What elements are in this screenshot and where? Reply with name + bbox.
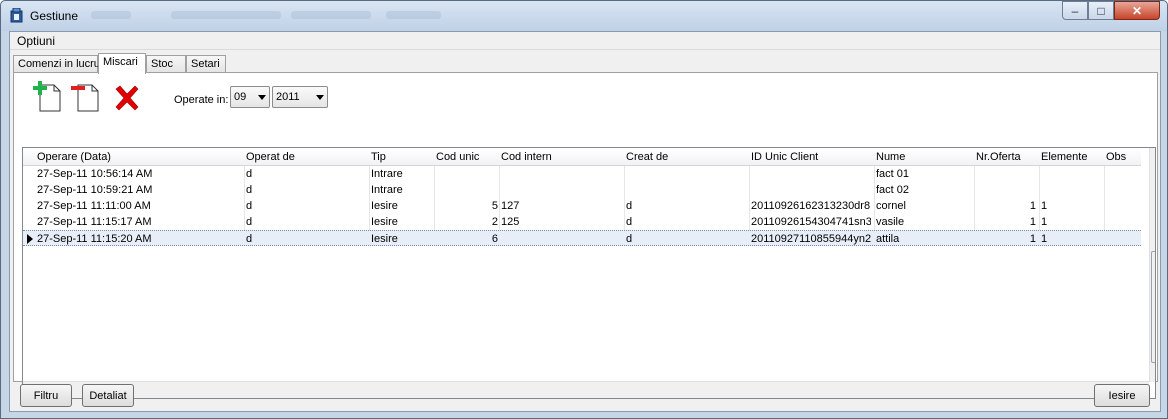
table-row[interactable]: 27-Sep-11 11:15:20 AM d Iesire 6 d 2011092711… xyxy=(23,230,1141,246)
miscari-panel: Operate in: 09 2011 Operare (Data) Opera… xyxy=(13,72,1158,399)
chevron-down-icon xyxy=(258,95,266,100)
year-value: 2011 xyxy=(276,91,300,103)
table-cell[interactable]: d xyxy=(246,216,366,228)
add-document-icon[interactable] xyxy=(32,81,64,113)
table-cell[interactable]: 6 xyxy=(436,233,498,245)
maximize-button[interactable]: □ xyxy=(1088,1,1114,20)
grid-header: Operare (Data) Operat de Tip Cod unic Co… xyxy=(23,148,1141,166)
table-cell[interactable]: d xyxy=(246,168,366,180)
table-cell[interactable]: Intrare xyxy=(371,168,431,180)
month-value: 09 xyxy=(234,91,247,103)
column-header[interactable]: Creat de xyxy=(626,151,668,163)
current-row-indicator-icon xyxy=(27,234,33,244)
table-cell[interactable]: cornel xyxy=(876,200,971,212)
exit-button[interactable]: Iesire xyxy=(1094,384,1150,407)
table-cell[interactable]: Iesire xyxy=(371,216,431,228)
table-cell[interactable]: 2 xyxy=(436,216,498,228)
table-cell[interactable]: 1 xyxy=(1041,216,1101,228)
title-ghost xyxy=(386,11,441,19)
close-icon: ✕ xyxy=(1131,3,1143,18)
table-cell[interactable]: Iesire xyxy=(371,233,431,245)
column-header[interactable]: Operat de xyxy=(246,151,295,163)
table-cell[interactable]: 1 xyxy=(1041,200,1101,212)
tab-setari[interactable]: Setari xyxy=(186,55,226,73)
table-cell[interactable]: d xyxy=(246,233,366,245)
table-cell[interactable]: d xyxy=(626,216,746,228)
main-window: Gestiune – □ ✕ Optiuni Comenzi in lucru … xyxy=(0,0,1168,419)
table-cell[interactable]: d xyxy=(246,184,366,196)
column-header[interactable]: Cod unic xyxy=(436,151,479,163)
vertical-scrollbar[interactable]: ▲ ▼ xyxy=(1149,148,1156,382)
horizontal-scrollbar[interactable]: ◀ ▶ xyxy=(23,381,1149,398)
menu-optiuni[interactable]: Optiuni xyxy=(17,34,55,48)
minimize-icon: – xyxy=(1071,3,1079,18)
menu-bar: Optiuni xyxy=(10,32,1160,50)
table-cell[interactable]: 27-Sep-11 10:56:14 AM xyxy=(37,168,242,180)
table-cell[interactable]: fact 02 xyxy=(876,184,971,196)
table-cell[interactable]: Intrare xyxy=(371,184,431,196)
tab-comenzi-in-lucru[interactable]: Comenzi in lucru xyxy=(13,55,100,73)
table-cell[interactable]: 1 xyxy=(976,216,1036,228)
table-row[interactable]: 27-Sep-11 10:59:21 AM d Intrare fact 02 xyxy=(23,182,1141,198)
table-cell[interactable]: 1 xyxy=(976,233,1036,245)
title-ghost xyxy=(91,11,131,19)
close-button[interactable]: ✕ xyxy=(1114,1,1160,20)
column-header[interactable]: Cod intern xyxy=(501,151,552,163)
table-cell[interactable]: 27-Sep-11 11:15:17 AM xyxy=(37,216,242,228)
table-cell[interactable]: Iesire xyxy=(371,200,431,212)
client-area: Optiuni Comenzi in lucru Miscari Stoc Se… xyxy=(9,31,1161,412)
column-header[interactable]: Obs xyxy=(1106,151,1126,163)
table-row[interactable]: 27-Sep-11 11:11:00 AM d Iesire 5 127 d 2011092… xyxy=(23,198,1141,214)
table-row[interactable]: 27-Sep-11 11:15:17 AM d Iesire 2 125 d 2011092… xyxy=(23,214,1141,230)
table-cell[interactable]: 127 xyxy=(501,200,621,212)
app-icon xyxy=(10,8,23,23)
month-select[interactable]: 09 xyxy=(230,86,270,108)
column-header[interactable]: Tip xyxy=(371,151,386,163)
minimize-button[interactable]: – xyxy=(1062,1,1088,20)
filter-button[interactable]: Filtru xyxy=(20,384,72,407)
table-cell[interactable]: 1 xyxy=(1041,233,1101,245)
maximize-icon: □ xyxy=(1097,3,1105,18)
movements-grid[interactable]: Operare (Data) Operat de Tip Cod unic Co… xyxy=(22,147,1156,399)
table-cell[interactable]: attila xyxy=(876,233,971,245)
table-cell[interactable]: 1 xyxy=(976,200,1036,212)
title-ghost xyxy=(171,11,281,19)
title-ghost xyxy=(291,11,371,19)
tab-stoc[interactable]: Stoc xyxy=(146,55,186,73)
table-cell[interactable]: d xyxy=(626,200,746,212)
table-cell[interactable]: 27-Sep-11 11:15:20 AM xyxy=(37,233,242,245)
window-title: Gestiune xyxy=(30,9,79,23)
remove-document-icon[interactable] xyxy=(70,81,102,113)
scroll-up-icon[interactable]: ▲ xyxy=(1154,152,1155,161)
title-bar[interactable]: Gestiune – □ ✕ xyxy=(1,1,1167,31)
column-header[interactable]: Nume xyxy=(876,151,905,163)
table-cell[interactable]: 5 xyxy=(436,200,498,212)
delete-x-icon[interactable] xyxy=(111,81,143,113)
column-header[interactable]: Operare (Data) xyxy=(37,151,111,163)
table-cell[interactable]: vasile xyxy=(876,216,971,228)
scroll-down-icon[interactable]: ▼ xyxy=(1154,369,1155,378)
operate-in-label: Operate in: xyxy=(174,94,229,106)
detailed-button[interactable]: Detaliat xyxy=(82,384,134,407)
table-cell[interactable]: 125 xyxy=(501,216,621,228)
grip-icon xyxy=(1155,308,1156,309)
table-cell[interactable]: d xyxy=(246,200,366,212)
table-cell[interactable]: fact 01 xyxy=(876,168,971,180)
tab-miscari[interactable]: Miscari xyxy=(98,53,146,74)
table-cell[interactable]: 20110926162313230dr8 xyxy=(751,200,871,212)
table-cell[interactable]: 20110926154304741sn3 xyxy=(751,216,871,228)
table-cell[interactable]: 27-Sep-11 11:11:00 AM xyxy=(37,200,242,212)
table-row[interactable]: 27-Sep-11 10:56:14 AM d Intrare fact 01 xyxy=(23,166,1141,182)
table-cell[interactable]: 27-Sep-11 10:59:21 AM xyxy=(37,184,242,196)
vertical-scroll-thumb[interactable] xyxy=(1151,251,1156,363)
table-cell[interactable]: 20110927110855944yn2 xyxy=(751,233,871,245)
column-header[interactable]: Nr.Oferta xyxy=(976,151,1021,163)
chevron-down-icon xyxy=(316,95,324,100)
column-header[interactable]: ID Unic Client xyxy=(751,151,818,163)
table-cell[interactable]: d xyxy=(626,233,746,245)
grip-icon xyxy=(1155,306,1156,307)
grip-icon xyxy=(1155,304,1156,305)
year-select[interactable]: 2011 xyxy=(272,86,328,108)
column-header[interactable]: Elemente xyxy=(1041,151,1087,163)
